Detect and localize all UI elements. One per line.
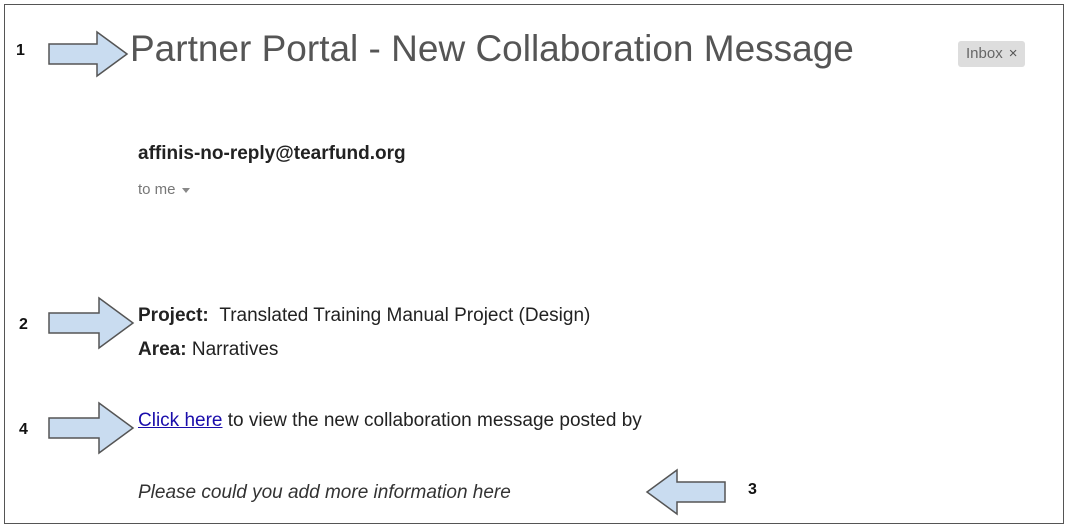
- collaboration-message: Please could you add more information he…: [138, 482, 511, 503]
- click-here-link[interactable]: Click here: [138, 410, 222, 431]
- area-value: Narratives: [191, 339, 279, 360]
- annotation-number-3: 3: [748, 481, 757, 498]
- link-suffix-text: to view the new collaboration message po…: [227, 410, 642, 431]
- link-line: Click here to view the new collaboration…: [138, 410, 642, 432]
- area-label: Area:: [138, 339, 187, 360]
- screenshot-frame: [4, 4, 1064, 524]
- project-label: Project:: [138, 305, 209, 326]
- annotation-arrow-right-icon: [48, 30, 129, 78]
- annotation-number-4: 4: [19, 421, 28, 438]
- annotation-number-1: 1: [16, 42, 25, 59]
- project-value: Translated Training Manual Project (Desi…: [219, 305, 591, 326]
- annotation-arrow-left-icon: [645, 468, 726, 516]
- recipient-text: to me: [138, 181, 176, 198]
- sender-address: affinis-no-reply@tearfund.org: [138, 143, 406, 164]
- inbox-label-chip[interactable]: Inbox ×: [958, 41, 1026, 67]
- remove-label-icon[interactable]: ×: [1009, 45, 1018, 62]
- project-line: Project: Translated Training Manual Proj…: [138, 305, 590, 327]
- annotation-arrow-right-icon: [48, 296, 135, 350]
- recipient-details-toggle[interactable]: to me: [138, 181, 190, 198]
- chevron-down-icon: [181, 187, 190, 193]
- email-subject: Partner Portal - New Collaboration Messa…: [130, 28, 854, 69]
- annotation-arrow-right-icon: [48, 401, 135, 455]
- inbox-label-text: Inbox: [966, 45, 1003, 62]
- area-line: Area: Narratives: [138, 339, 278, 361]
- annotation-number-2: 2: [19, 316, 28, 333]
